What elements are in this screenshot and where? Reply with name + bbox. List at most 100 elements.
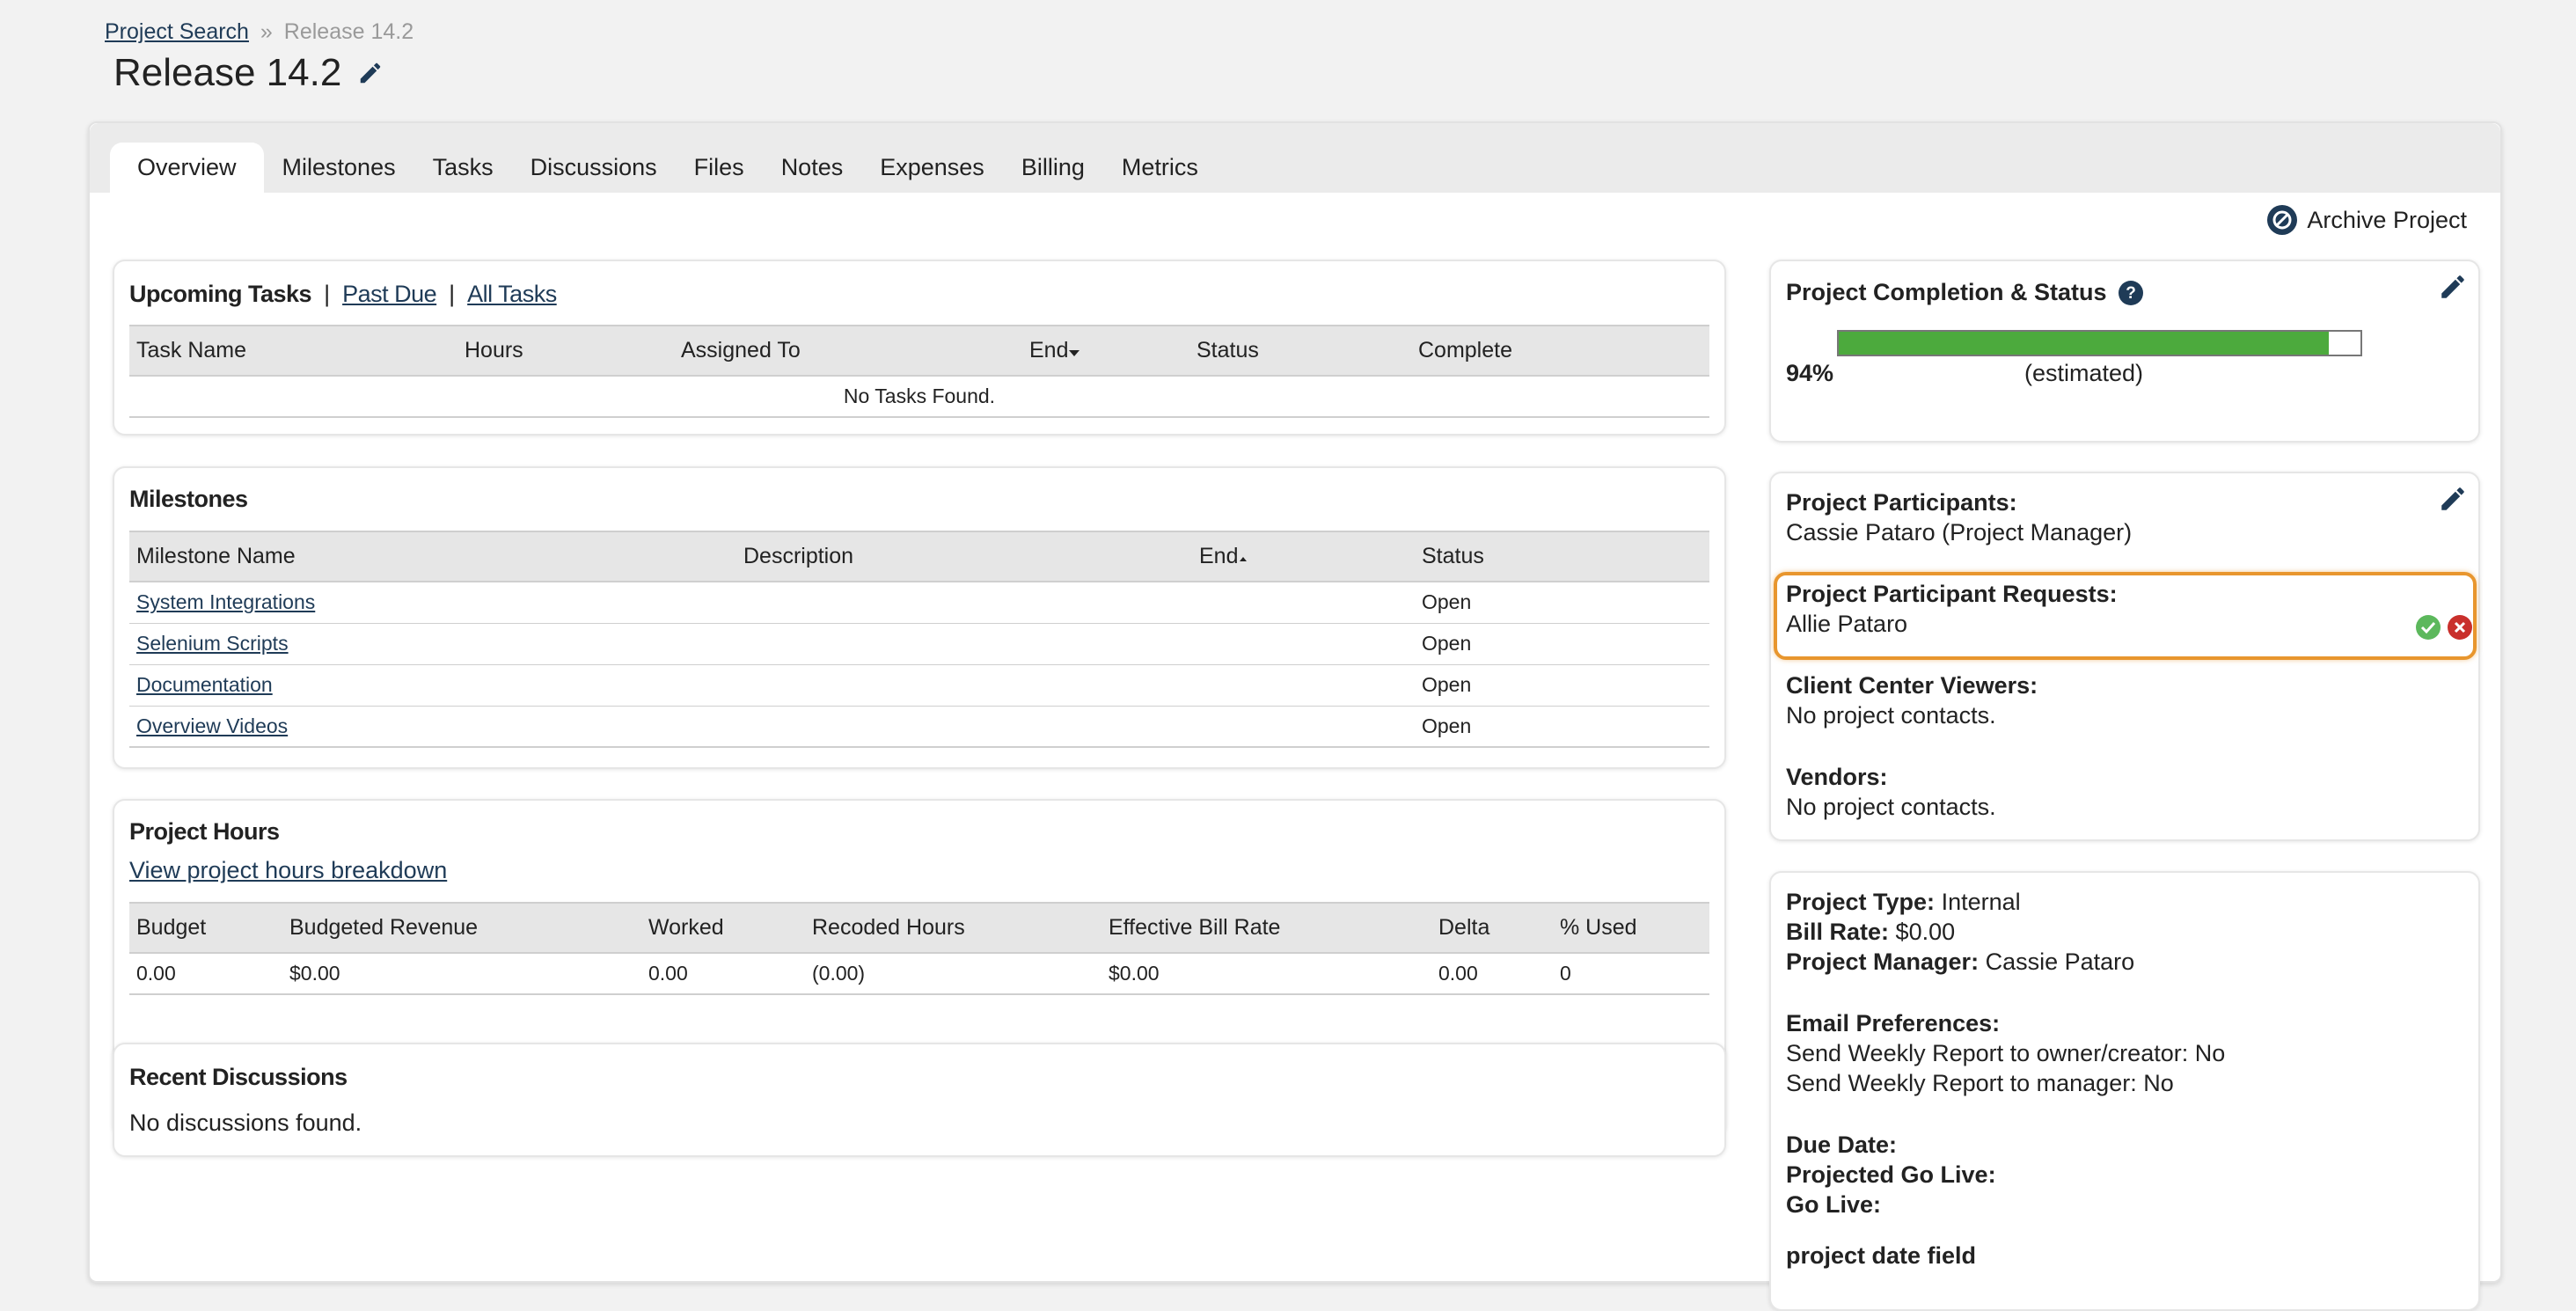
tab-overview[interactable]: Overview [110,143,264,193]
upcoming-tasks-card: Upcoming Tasks | Past Due | All Tasks Ta… [113,260,1726,436]
archive-project-button[interactable]: Archive Project [2266,204,2467,236]
milestone-description [736,582,1192,624]
breadcrumb-project-search-link[interactable]: Project Search [105,19,249,44]
column-header[interactable]: Description [736,531,1192,582]
milestone-link[interactable]: Documentation [136,673,273,696]
tab-tasks[interactable]: Tasks [414,143,512,193]
column-header: Recoded Hours [805,902,1101,954]
column-header: Delta [1431,902,1553,954]
column-header-label: End [1199,544,1239,568]
due-date-label: Due Date: [1786,1132,1898,1158]
milestones-table: Milestone Name Description End Status Sy… [129,531,1709,748]
breadcrumb: Project Search » Release 14.2 [105,19,413,45]
view-hours-breakdown-link[interactable]: View project hours breakdown [129,857,447,884]
page-title: Release 14.2 [113,51,342,94]
edit-title-pencil-icon[interactable] [357,60,384,86]
participant-requests-label: Project Participant Requests: [1786,581,2118,607]
participant-requests-highlight: Project Participant Requests: Allie Pata… [1774,572,2477,660]
edit-completion-pencil-icon[interactable] [2438,272,2468,302]
tab-discussions[interactable]: Discussions [512,143,676,193]
worked-value: 0.00 [641,953,805,995]
all-tasks-link[interactable]: All Tasks [467,281,557,308]
table-row: Selenium Scripts Open [129,623,1709,665]
email-preferences-label: Email Preferences: [1786,1010,2001,1036]
tab-expenses[interactable]: Expenses [861,143,1003,193]
table-row: System Integrations Open [129,582,1709,624]
column-header: Effective Bill Rate [1101,902,1431,954]
column-header[interactable]: Status [1415,531,1709,582]
column-header[interactable]: Complete [1411,325,1709,377]
column-header[interactable]: Hours [457,325,674,377]
divider: | [324,281,331,307]
project-hours-title: Project Hours [129,818,280,845]
milestone-link[interactable]: Overview Videos [136,714,288,737]
edit-participants-pencil-icon[interactable] [2438,484,2468,514]
column-header[interactable]: Status [1189,325,1411,377]
table-row: No Tasks Found. [129,376,1709,418]
no-tasks-message: No Tasks Found. [129,376,1709,418]
milestone-link[interactable]: System Integrations [136,590,315,613]
approve-icon[interactable] [2415,614,2441,641]
column-header: % Used [1553,902,1709,954]
participant-request-name: Allie Pataro [1786,611,1908,637]
milestones-title: Milestones [129,486,248,512]
divider: | [449,281,456,307]
completion-title: Project Completion & Status [1786,279,2107,305]
reject-icon[interactable] [2447,614,2473,641]
milestone-end [1192,623,1415,665]
upcoming-tasks-title[interactable]: Upcoming Tasks [129,281,312,308]
email-owner-preference: Send Weekly Report to owner/creator: No [1786,1040,2226,1066]
recoded-hours-value: (0.00) [805,953,1101,995]
percent-used-value: 0 [1553,953,1709,995]
archive-icon [2267,205,2298,235]
vendors-value: No project contacts. [1786,794,1996,820]
table-row: Overview Videos Open [129,706,1709,748]
project-manager-value: Cassie Pataro [1985,948,2135,975]
project-type-label: Project Type: [1786,889,1936,915]
tab-billing[interactable]: Billing [1003,143,1103,193]
table-row: Documentation Open [129,664,1709,707]
completion-estimated-note: (estimated) [2024,360,2144,386]
tasks-table: Task Name Hours Assigned To End Status C… [129,325,1709,418]
participants-value: Cassie Pataro (Project Manager) [1786,519,2133,546]
recent-discussions-card: Recent Discussions No discussions found. [113,1043,1726,1157]
column-header-end[interactable]: End [1192,531,1415,582]
milestone-end [1192,582,1415,624]
tab-milestones[interactable]: Milestones [264,143,414,193]
column-header: Worked [641,902,805,954]
projected-go-live-label: Projected Go Live: [1786,1161,1996,1188]
milestone-status: Open [1415,706,1709,748]
milestone-description [736,623,1192,665]
project-manager-row: Project Manager: Cassie Pataro [1786,948,2134,976]
past-due-link[interactable]: Past Due [342,281,437,308]
no-discussions-message: No discussions found. [129,1110,362,1136]
tab-notes[interactable]: Notes [763,143,862,193]
column-header-end[interactable]: End [1022,325,1189,377]
page-title-row: Release 14.2 [113,51,384,95]
column-header[interactable]: Milestone Name [129,531,736,582]
column-header: Budgeted Revenue [282,902,641,954]
bill-rate-row: Bill Rate: $0.00 [1786,919,1955,946]
tab-metrics[interactable]: Metrics [1103,143,1217,193]
completion-progress-fill [1839,332,2330,355]
column-header-label: End [1029,338,1069,363]
milestone-description [736,664,1192,707]
tab-files[interactable]: Files [676,143,763,193]
milestone-link[interactable]: Selenium Scripts [136,632,289,655]
client-center-viewers-value: No project contacts. [1786,702,1996,729]
project-date-field-label: project date field [1786,1242,1977,1269]
project-type-value: Internal [1941,889,2021,915]
participants-label: Project Participants: [1786,489,2017,516]
milestone-status: Open [1415,582,1709,624]
column-header: Budget [129,902,282,954]
milestone-end [1192,706,1415,748]
bill-rate-label: Bill Rate: [1786,919,1890,945]
sort-up-icon [1240,557,1248,561]
delta-value: 0.00 [1431,953,1553,995]
project-manager-label: Project Manager: [1786,948,1980,975]
column-header[interactable]: Assigned To [674,325,1022,377]
column-header[interactable]: Task Name [129,325,457,377]
help-icon[interactable]: ? [2118,280,2144,306]
project-details-card: Project Type: Internal Bill Rate: $0.00 … [1769,871,2480,1311]
project-type-row: Project Type: Internal [1786,889,2021,916]
